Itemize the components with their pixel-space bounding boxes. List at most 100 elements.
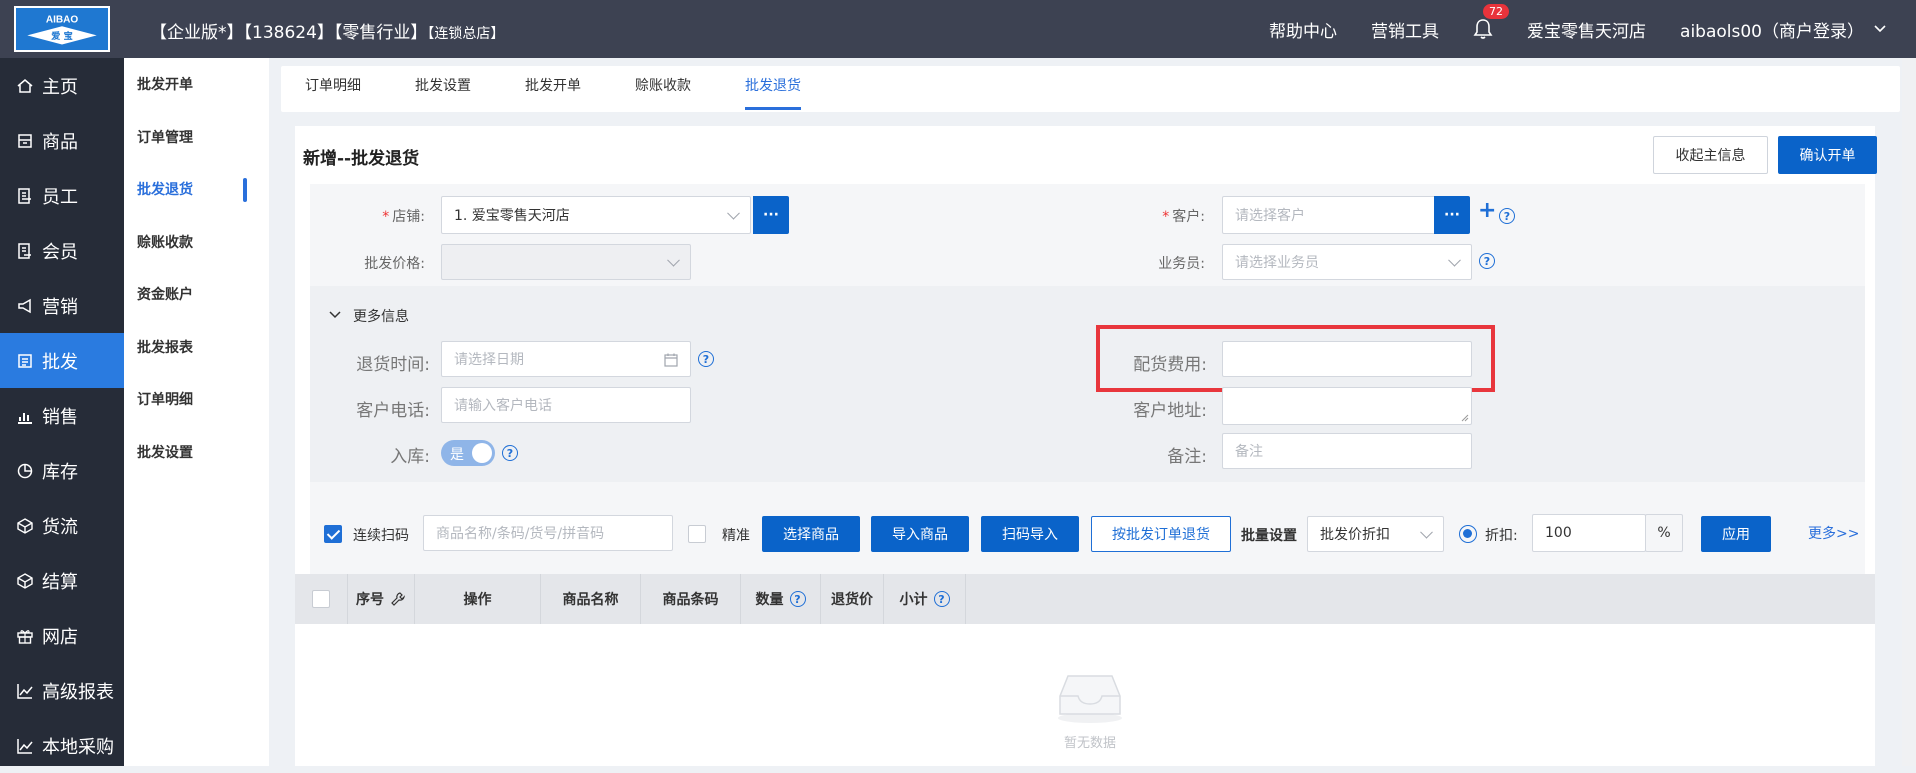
nav-item-sales[interactable]: 销售 <box>0 388 124 443</box>
salesman-placeholder: 请选择业务员 <box>1235 255 1319 271</box>
subnav-item-wholesale-settings[interactable]: 批发设置 <box>124 426 269 479</box>
tab-wholesale-order[interactable]: 批发开单 <box>525 66 581 112</box>
return-date-picker[interactable]: 请选择日期 <box>441 341 691 377</box>
nav-item-staff[interactable]: 员工 <box>0 168 124 223</box>
subnav-item-wholesale-report[interactable]: 批发报表 <box>124 321 269 374</box>
wholesale-subnav: 批发开单 订单管理 批发退货 赊账收款 资金账户 批发报表 订单明细 批发设置 <box>124 58 269 766</box>
settle-icon <box>16 572 34 590</box>
customer-address-textarea[interactable] <box>1222 387 1472 425</box>
nav-label: 营销 <box>42 296 78 318</box>
tab-order-detail[interactable]: 订单明细 <box>305 66 361 112</box>
tab-wholesale-settings[interactable]: 批发设置 <box>415 66 471 112</box>
exact-match-checkbox[interactable] <box>688 525 706 543</box>
sales-chart-icon <box>16 407 34 425</box>
quantity-help-icon[interactable]: ? <box>789 591 806 607</box>
col-goods-name: 商品名称 <box>541 574 641 624</box>
nav-item-member[interactable]: 会员 <box>0 223 124 278</box>
logo-text-top: AIBAO <box>46 15 79 26</box>
trend-icon <box>16 737 34 755</box>
more-info-section <box>310 286 1865 482</box>
subnav-item-order-detail[interactable]: 订单明细 <box>124 373 269 426</box>
customer-help-icon[interactable]: ? <box>1499 208 1515 224</box>
nav-item-local-purchase[interactable]: 本地采购 <box>0 718 124 773</box>
collapse-main-info-button[interactable]: 收起主信息 <box>1653 136 1768 174</box>
goods-search-input[interactable]: 商品名称/条码/货号/拼音码 <box>423 515 673 551</box>
nav-item-home[interactable]: 主页 <box>0 58 124 113</box>
discount-input[interactable]: 100 <box>1532 514 1646 552</box>
subtotal-help-icon[interactable]: ? <box>933 591 950 607</box>
user-menu[interactable]: aibaols00（商户登录） <box>1680 17 1886 42</box>
store-more-button[interactable]: ··· <box>753 196 789 234</box>
price-select[interactable] <box>441 244 691 280</box>
customer-phone-input[interactable]: 请输入客户电话 <box>441 387 691 423</box>
more-link[interactable]: 更多>> <box>1808 523 1859 543</box>
discount-radio[interactable] <box>1459 525 1477 543</box>
nav-item-marketing[interactable]: 营销 <box>0 278 124 333</box>
stock-in-help-icon[interactable]: ? <box>502 445 518 461</box>
customer-placeholder: 请选择客户 <box>1235 208 1305 224</box>
nav-label: 本地采购 <box>42 736 114 758</box>
chevron-down-icon <box>1874 25 1886 33</box>
subnav-item-order-management[interactable]: 订单管理 <box>124 111 269 164</box>
toggle-text: 是 <box>450 447 464 463</box>
empty-data-text: 暂无数据 <box>1063 736 1116 751</box>
chevron-down-icon <box>1448 253 1461 267</box>
title-main: 【企业版*】【138624】【零售行业】 <box>150 23 428 43</box>
chevron-down-icon <box>1420 525 1433 539</box>
nav-item-goods[interactable]: 商品 <box>0 113 124 168</box>
logo-text-bottom: 爱 宝 <box>51 30 72 42</box>
subnav-item-fund-account[interactable]: 资金账户 <box>124 268 269 321</box>
nav-label: 会员 <box>42 241 78 263</box>
help-center-link[interactable]: 帮助中心 <box>1269 17 1337 42</box>
nav-item-settlement[interactable]: 结算 <box>0 553 124 608</box>
store-label-text: 店铺: <box>392 209 425 225</box>
remark-label: 备注: <box>1167 447 1207 467</box>
stock-in-toggle[interactable]: 是 <box>441 440 495 466</box>
user-label: aibaols00（商户登录） <box>1680 21 1864 42</box>
scan-import-button[interactable]: 扫码导入 <box>981 516 1079 552</box>
continuous-scan-checkbox[interactable] <box>324 525 342 543</box>
customer-input[interactable]: 请选择客户 <box>1222 196 1436 234</box>
page-scrollbar[interactable] <box>1902 58 1916 766</box>
col-subtotal: 小计 ? <box>884 574 966 624</box>
tab-credit-collection[interactable]: 赊账收款 <box>635 66 691 112</box>
remark-input[interactable]: 备注 <box>1222 433 1472 469</box>
tab-wholesale-return[interactable]: 批发退货 <box>731 66 815 112</box>
return-time-help-icon[interactable]: ? <box>698 351 714 367</box>
select-goods-button[interactable]: 选择商品 <box>762 516 860 552</box>
salesman-help-icon[interactable]: ? <box>1479 253 1495 269</box>
marketing-tools-link[interactable]: 营销工具 <box>1371 17 1439 42</box>
add-customer-icon[interactable]: + <box>1478 200 1496 222</box>
notification-bell[interactable]: 72 <box>1473 4 1510 40</box>
salesman-select[interactable]: 请选择业务员 <box>1222 244 1472 280</box>
nav-item-advanced-reports[interactable]: 高级报表 <box>0 663 124 718</box>
salesman-label: 业务员: <box>1158 256 1205 272</box>
title-small: 【连锁总店】 <box>427 26 505 42</box>
col-quantity: 数量 ? <box>741 574 821 624</box>
subnav-item-wholesale-return[interactable]: 批发退货 <box>124 163 269 216</box>
nav-label: 员工 <box>42 186 78 208</box>
aibao-logo[interactable]: AIBAO 爱 宝 <box>14 6 110 52</box>
goods-table-header: 序号 操作 商品名称 商品条码 数量 ? 退货价 小计 ? <box>295 574 1875 624</box>
nav-item-wholesale[interactable]: 批发 <box>0 333 124 388</box>
select-all-checkbox[interactable] <box>312 590 330 608</box>
import-goods-button[interactable]: 导入商品 <box>871 516 969 552</box>
continuous-scan-label: 连续扫码 <box>353 528 409 544</box>
return-by-order-button[interactable]: 按批发订单退货 <box>1091 516 1231 552</box>
subnav-item-credit-collection[interactable]: 赊账收款 <box>124 216 269 269</box>
wrench-icon[interactable] <box>390 591 406 607</box>
subnav-item-wholesale-order[interactable]: 批发开单 <box>124 58 269 111</box>
apply-button[interactable]: 应用 <box>1701 516 1771 552</box>
store-select[interactable]: 1. 爱宝零售天河店 <box>441 196 751 234</box>
percent-addon: % <box>1645 514 1683 552</box>
batch-setting-select[interactable]: 批发价折扣 <box>1307 516 1444 552</box>
nav-item-webstore[interactable]: 网店 <box>0 608 124 663</box>
nav-item-inventory[interactable]: 库存 <box>0 443 124 498</box>
nav-item-logistics[interactable]: 货流 <box>0 498 124 553</box>
chevron-down-icon <box>667 253 680 267</box>
member-icon <box>16 242 34 260</box>
store-name[interactable]: 爱宝零售天河店 <box>1527 17 1646 42</box>
trend-icon <box>16 682 34 700</box>
confirm-order-button[interactable]: 确认开单 <box>1778 136 1877 174</box>
customer-more-button[interactable]: ··· <box>1434 196 1470 234</box>
